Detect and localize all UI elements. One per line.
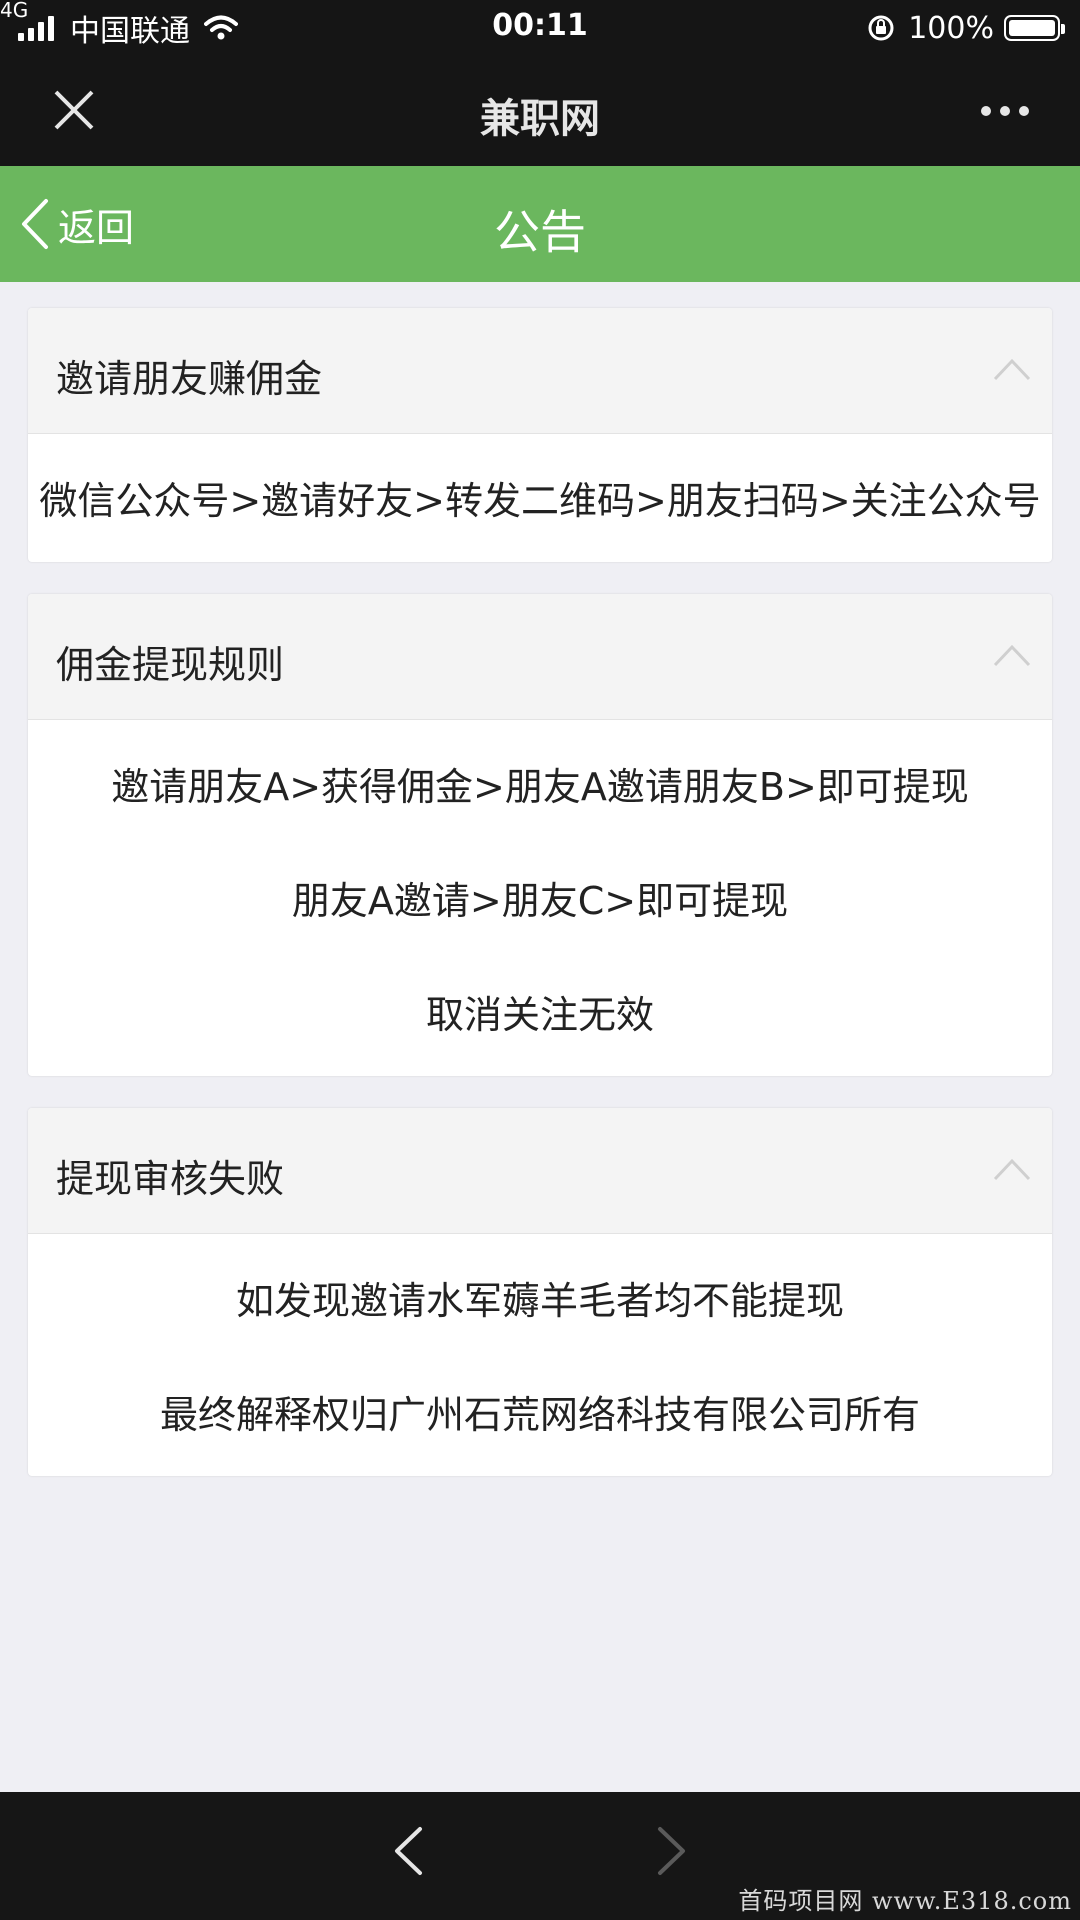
announcement-list: 邀请朋友赚佣金 微信公众号>邀请好友>转发二维码>朋友扫码>关注公众号 佣金提现… bbox=[28, 308, 1052, 1508]
chevron-up-icon bbox=[993, 358, 1031, 381]
arrow-right-icon bbox=[658, 1827, 685, 1875]
battery-percent: 100% bbox=[908, 10, 994, 46]
battery-fill bbox=[1009, 20, 1055, 36]
page-title: 公告 bbox=[494, 205, 586, 259]
rotation-lock-icon bbox=[868, 15, 894, 41]
section-line: 朋友A邀请>朋友C>即可提现 bbox=[291, 879, 789, 923]
battery-icon bbox=[1004, 15, 1065, 41]
page-header: 返回 公告 bbox=[0, 166, 1080, 282]
wechat-title: 兼职网 bbox=[480, 96, 600, 142]
more-icon[interactable] bbox=[980, 105, 1030, 117]
bottom-nav-bar: 首码项目网 www.E318.com bbox=[0, 1792, 1080, 1920]
section-line: 邀请朋友A>获得佣金>朋友A邀请朋友B>即可提现 bbox=[111, 765, 969, 809]
section-header[interactable]: 提现审核失败 bbox=[28, 1108, 1052, 1234]
section-title: 佣金提现规则 bbox=[56, 643, 285, 687]
section-body: 如发现邀请水军薅羊毛者均不能提现 最终解释权归广州石荒网络科技有限公司所有 bbox=[28, 1234, 1052, 1476]
section-line: 如发现邀请水军薅羊毛者均不能提现 bbox=[235, 1279, 844, 1323]
section-card: 邀请朋友赚佣金 微信公众号>邀请好友>转发二维码>朋友扫码>关注公众号 bbox=[28, 308, 1052, 562]
status-bar: 4G 中国联通 00:11 100% bbox=[0, 0, 1080, 56]
chevron-up-icon bbox=[993, 644, 1031, 667]
section-body: 微信公众号>邀请好友>转发二维码>朋友扫码>关注公众号 bbox=[28, 434, 1052, 562]
section-line: 取消关注无效 bbox=[425, 993, 654, 1037]
watermark: 首码项目网 www.E318.com bbox=[738, 1887, 1072, 1915]
section-body: 邀请朋友A>获得佣金>朋友A邀请朋友B>即可提现 朋友A邀请>朋友C>即可提现 … bbox=[28, 720, 1052, 1076]
section-line: 最终解释权归广州石荒网络科技有限公司所有 bbox=[159, 1393, 920, 1437]
section-card: 佣金提现规则 邀请朋友A>获得佣金>朋友A邀请朋友B>即可提现 朋友A邀请>朋友… bbox=[28, 594, 1052, 1076]
section-header[interactable]: 佣金提现规则 bbox=[28, 594, 1052, 720]
section-header[interactable]: 邀请朋友赚佣金 bbox=[28, 308, 1052, 434]
status-right: 100% bbox=[866, 8, 1065, 48]
chevron-up-icon bbox=[993, 1158, 1031, 1181]
arrow-left-icon[interactable] bbox=[392, 1826, 424, 1876]
section-title: 提现审核失败 bbox=[56, 1157, 285, 1201]
section-line: 微信公众号>邀请好友>转发二维码>朋友扫码>关注公众号 bbox=[39, 479, 1041, 523]
wechat-title-bar: 兼职网 bbox=[0, 56, 1080, 166]
section-title: 邀请朋友赚佣金 bbox=[56, 357, 323, 401]
section-card: 提现审核失败 如发现邀请水军薅羊毛者均不能提现 最终解释权归广州石荒网络科技有限… bbox=[28, 1108, 1052, 1476]
